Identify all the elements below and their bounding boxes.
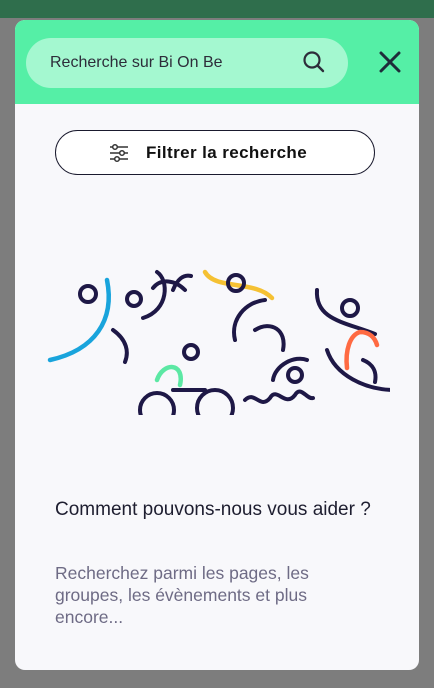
filter-search-button[interactable]: Filtrer la recherche	[55, 130, 375, 175]
help-description: Recherchez parmi les pages, les groupes,…	[55, 563, 309, 627]
sports-illustration	[47, 269, 390, 415]
search-input[interactable]	[50, 52, 290, 74]
close-icon[interactable]	[375, 47, 405, 77]
help-title: Comment pouvons-nous vous aider ?	[55, 499, 371, 520]
background-page-header	[0, 0, 434, 18]
search-modal: Filtrer la recherche Comment pouvons-	[15, 20, 419, 670]
search-bar[interactable]	[26, 38, 348, 88]
search-icon[interactable]	[301, 49, 327, 75]
filter-sliders-icon	[110, 143, 128, 163]
modal-header	[15, 20, 419, 104]
filter-search-label: Filtrer la recherche	[146, 143, 308, 162]
